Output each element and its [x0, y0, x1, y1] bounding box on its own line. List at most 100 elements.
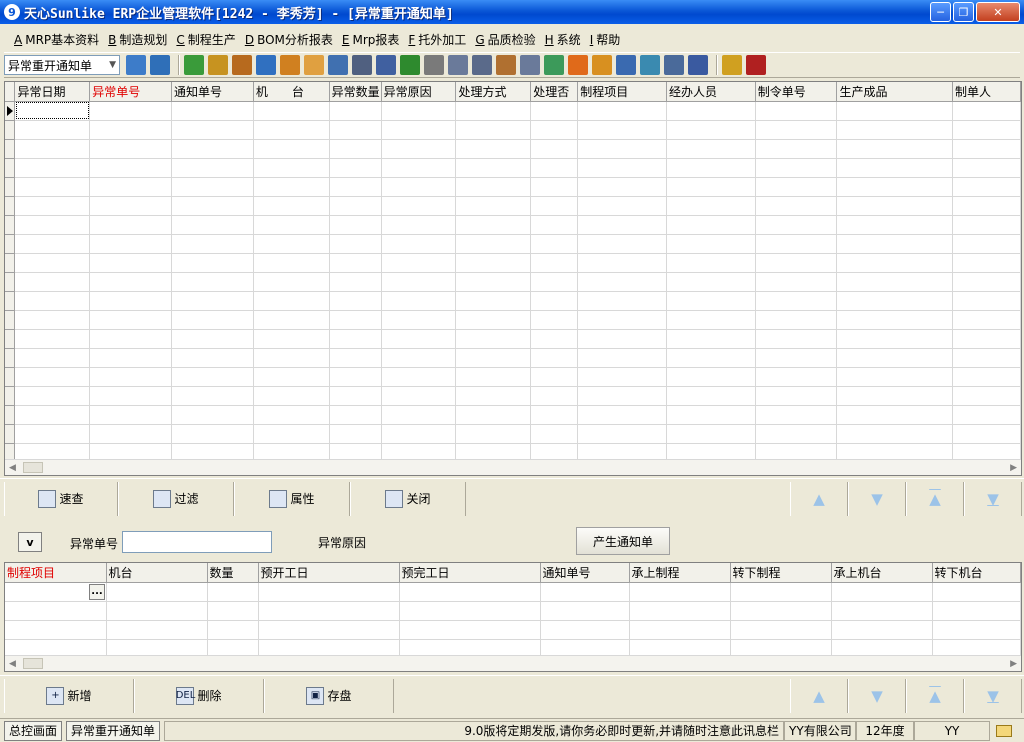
table-cell[interactable] [89, 405, 173, 425]
table-cell[interactable] [89, 101, 173, 121]
row-indicator[interactable] [5, 101, 16, 121]
table-cell[interactable] [253, 158, 330, 178]
table-cell[interactable] [836, 215, 954, 235]
table-cell[interactable] [207, 601, 259, 621]
minimize-button[interactable]: ─ [930, 2, 951, 22]
table-cell[interactable] [577, 120, 667, 140]
row-indicator[interactable] [5, 272, 16, 292]
table-cell[interactable] [831, 620, 933, 640]
table-cell[interactable] [329, 120, 382, 140]
row-indicator[interactable] [5, 329, 16, 349]
table-cell[interactable] [455, 405, 532, 425]
table-cell[interactable] [253, 234, 330, 254]
table-cell[interactable] [530, 101, 579, 121]
status-tab-current-form[interactable]: 异常重开通知单 [66, 720, 161, 741]
table-cell[interactable] [329, 348, 382, 368]
table-cell[interactable] [666, 272, 756, 292]
table-cell[interactable] [530, 310, 579, 330]
table-cell[interactable] [755, 310, 838, 330]
table-cell[interactable] [577, 329, 667, 349]
table-row[interactable] [5, 139, 1021, 159]
menu-item-4[interactable]: E Mrp报表 [342, 31, 400, 48]
table-row[interactable] [5, 234, 1021, 254]
column-header[interactable]: 预完工日 [399, 563, 541, 583]
table-cell[interactable] [329, 139, 382, 159]
menu-item-1[interactable]: B 制造规划 [108, 31, 167, 48]
table-cell[interactable] [381, 272, 457, 292]
column-header[interactable]: 处理方式 [455, 82, 532, 102]
table-cell[interactable] [666, 139, 756, 159]
table-cell[interactable] [577, 139, 667, 159]
table-cell[interactable] [755, 177, 838, 197]
table-cell[interactable] [952, 253, 1021, 273]
table-cell[interactable] [831, 582, 933, 602]
table-cell[interactable] [253, 120, 330, 140]
table-cell[interactable] [455, 215, 532, 235]
table-row[interactable] [5, 310, 1021, 330]
master-horizontal-scrollbar[interactable]: ◀ ▶ [5, 459, 1021, 475]
table-cell[interactable] [540, 582, 630, 602]
table-cell[interactable] [329, 101, 382, 121]
column-header[interactable]: 异常原因 [381, 82, 457, 102]
table-cell[interactable] [381, 177, 457, 197]
menu-item-7[interactable]: H 系统 [545, 31, 581, 48]
table-cell[interactable] [14, 215, 91, 235]
table-cell[interactable] [455, 367, 532, 387]
menu-item-6[interactable]: G 品质检验 [475, 31, 535, 48]
switch-icon[interactable] [126, 55, 146, 75]
menu-item-3[interactable]: D BOM分析报表 [245, 31, 333, 48]
table-cell[interactable] [836, 139, 954, 159]
table-cell[interactable] [455, 348, 532, 368]
table-cell[interactable] [89, 139, 173, 159]
table-cell[interactable] [253, 310, 330, 330]
table-cell[interactable] [253, 196, 330, 216]
table-row[interactable] [5, 215, 1021, 235]
column-header[interactable]: 异常单号 [89, 82, 173, 102]
table-cell[interactable] [89, 253, 173, 273]
table-cell[interactable] [253, 101, 330, 121]
tools-icon[interactable] [208, 55, 228, 75]
table-row[interactable] [5, 177, 1021, 197]
column-header[interactable]: 机台 [106, 563, 208, 583]
table-cell[interactable] [755, 348, 838, 368]
table-cell[interactable] [89, 120, 173, 140]
table-row[interactable] [5, 291, 1021, 311]
table-cell[interactable] [530, 177, 579, 197]
column-header[interactable]: 制令单号 [755, 82, 838, 102]
table-cell[interactable] [171, 196, 254, 216]
row-indicator[interactable] [5, 234, 16, 254]
column-header[interactable]: 制程项目 [5, 563, 107, 583]
table-cell[interactable] [666, 310, 756, 330]
table-cell[interactable] [89, 329, 173, 349]
delete-button[interactable]: DEL 删除 [134, 678, 264, 713]
table-cell[interactable] [14, 120, 91, 140]
table-cell[interactable] [14, 386, 91, 406]
table-cell[interactable] [836, 291, 954, 311]
table-cell[interactable] [381, 158, 457, 178]
arrow-down-button[interactable]: ▼ [848, 679, 906, 713]
table-cell[interactable] [455, 386, 532, 406]
table-cell[interactable] [329, 386, 382, 406]
table-cell[interactable] [952, 348, 1021, 368]
table-cell[interactable] [455, 139, 532, 159]
table-cell[interactable] [253, 139, 330, 159]
table-cell[interactable] [329, 367, 382, 387]
scroll-thumb[interactable] [23, 658, 43, 669]
table-cell[interactable] [836, 120, 954, 140]
table-cell[interactable] [629, 620, 731, 640]
table-cell[interactable] [253, 405, 330, 425]
row-indicator[interactable] [5, 177, 16, 197]
table-cell[interactable] [329, 272, 382, 292]
form-select[interactable]: 异常重开通知单 ▼ [4, 55, 120, 75]
table-cell[interactable] [836, 196, 954, 216]
table-cell[interactable] [171, 215, 254, 235]
table-cell[interactable] [329, 310, 382, 330]
table-cell[interactable] [5, 601, 107, 621]
scroll-right-icon[interactable]: ▶ [1010, 463, 1017, 473]
restore-button[interactable]: ❐ [953, 2, 974, 22]
table-cell[interactable] [755, 139, 838, 159]
table-cell[interactable] [14, 424, 91, 444]
table-cell[interactable] [952, 158, 1021, 178]
pin-icon[interactable] [352, 55, 372, 75]
table-cell[interactable] [329, 215, 382, 235]
